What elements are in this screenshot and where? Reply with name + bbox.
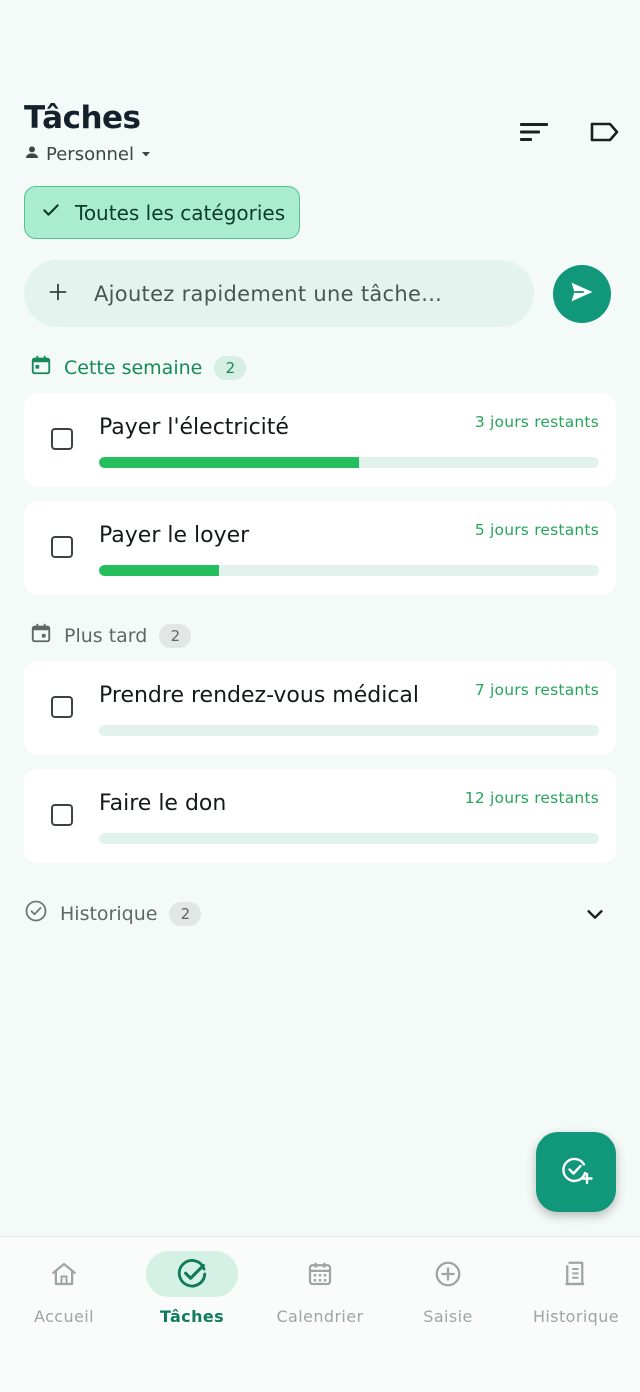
task-card[interactable]: Payer le loyer 5 jours restants	[24, 501, 616, 595]
home-icon	[18, 1251, 110, 1297]
section-label: Plus tard	[64, 624, 148, 647]
task-card[interactable]: Prendre rendez-vous médical 7 jours rest…	[24, 661, 616, 755]
nav-item-history[interactable]: Historique	[512, 1251, 640, 1326]
page-title: Tâches	[24, 100, 141, 136]
progress-bar	[99, 725, 599, 736]
nav-label: Saisie	[423, 1307, 473, 1326]
section-label: Cette semaine	[64, 356, 203, 379]
add-task-fab[interactable]	[536, 1132, 616, 1212]
caret-down-icon	[140, 144, 152, 165]
task-card[interactable]: Faire le don 12 jours restants	[24, 769, 616, 863]
chevron-down-icon[interactable]	[584, 903, 606, 925]
count-badge: 2	[214, 355, 247, 380]
task-title: Faire le don	[99, 791, 227, 816]
nav-label: Calendrier	[276, 1307, 364, 1326]
nav-label: Tâches	[159, 1307, 225, 1326]
profile-selector[interactable]: Personnel	[24, 144, 152, 165]
profile-label: Personnel	[46, 144, 134, 165]
label-icon[interactable]	[588, 116, 620, 148]
remaining-days: 3 jours restants	[474, 413, 599, 431]
remaining-days: 7 jours restants	[474, 681, 599, 699]
section-later: Plus tard 2	[30, 622, 192, 649]
task-checkbox[interactable]	[51, 536, 73, 558]
nav-item-entry[interactable]: Saisie	[384, 1251, 512, 1326]
plus-icon	[48, 282, 68, 306]
calendar-icon	[30, 354, 52, 381]
calendar-icon	[30, 622, 52, 649]
progress-fill	[99, 565, 219, 576]
calendar-icon	[274, 1251, 366, 1297]
sort-icon[interactable]	[518, 116, 550, 148]
task-checkbox[interactable]	[51, 428, 73, 450]
count-badge: 2	[159, 623, 192, 648]
nav-item-tasks[interactable]: Tâches	[128, 1251, 256, 1326]
section-label: Historique	[60, 902, 158, 925]
nav-label: Historique	[532, 1307, 620, 1326]
section-history[interactable]: Historique 2	[24, 899, 606, 928]
section-this-week: Cette semaine 2	[30, 354, 247, 381]
receipt-icon	[530, 1251, 622, 1297]
quick-add-input[interactable]	[92, 280, 496, 307]
check-circle-icon	[24, 899, 48, 928]
nav-label: Accueil	[34, 1307, 94, 1326]
category-filter-chip[interactable]: Toutes les catégories	[24, 186, 300, 239]
chip-label: Toutes les catégories	[75, 200, 286, 225]
header-actions	[518, 116, 620, 148]
plus-circle-icon	[402, 1251, 494, 1297]
quick-add-bar	[24, 260, 534, 327]
task-checkbox[interactable]	[51, 696, 73, 718]
task-checkbox[interactable]	[51, 804, 73, 826]
remaining-days: 12 jours restants	[464, 789, 599, 807]
nav-item-home[interactable]: Accueil	[0, 1251, 128, 1326]
progress-bar	[99, 833, 599, 844]
bottom-navigation: Accueil Tâches Calendrier Saisie Histori…	[0, 1236, 640, 1392]
progress-bar	[99, 457, 599, 468]
task-card[interactable]: Payer l'électricité 3 jours restants	[24, 393, 616, 487]
count-badge: 2	[169, 901, 202, 926]
send-icon	[568, 278, 596, 310]
task-title: Payer le loyer	[99, 523, 250, 548]
send-button[interactable]	[553, 265, 611, 323]
nav-item-calendar[interactable]: Calendrier	[256, 1251, 384, 1326]
remaining-days: 5 jours restants	[474, 521, 599, 539]
task-title: Payer l'électricité	[99, 415, 289, 440]
progress-fill	[99, 457, 359, 468]
check-circle-icon	[146, 1251, 238, 1297]
progress-bar	[99, 565, 599, 576]
check-icon	[41, 200, 61, 225]
person-icon	[24, 144, 40, 165]
check-add-icon	[558, 1152, 594, 1192]
task-title: Prendre rendez-vous médical	[99, 683, 420, 708]
